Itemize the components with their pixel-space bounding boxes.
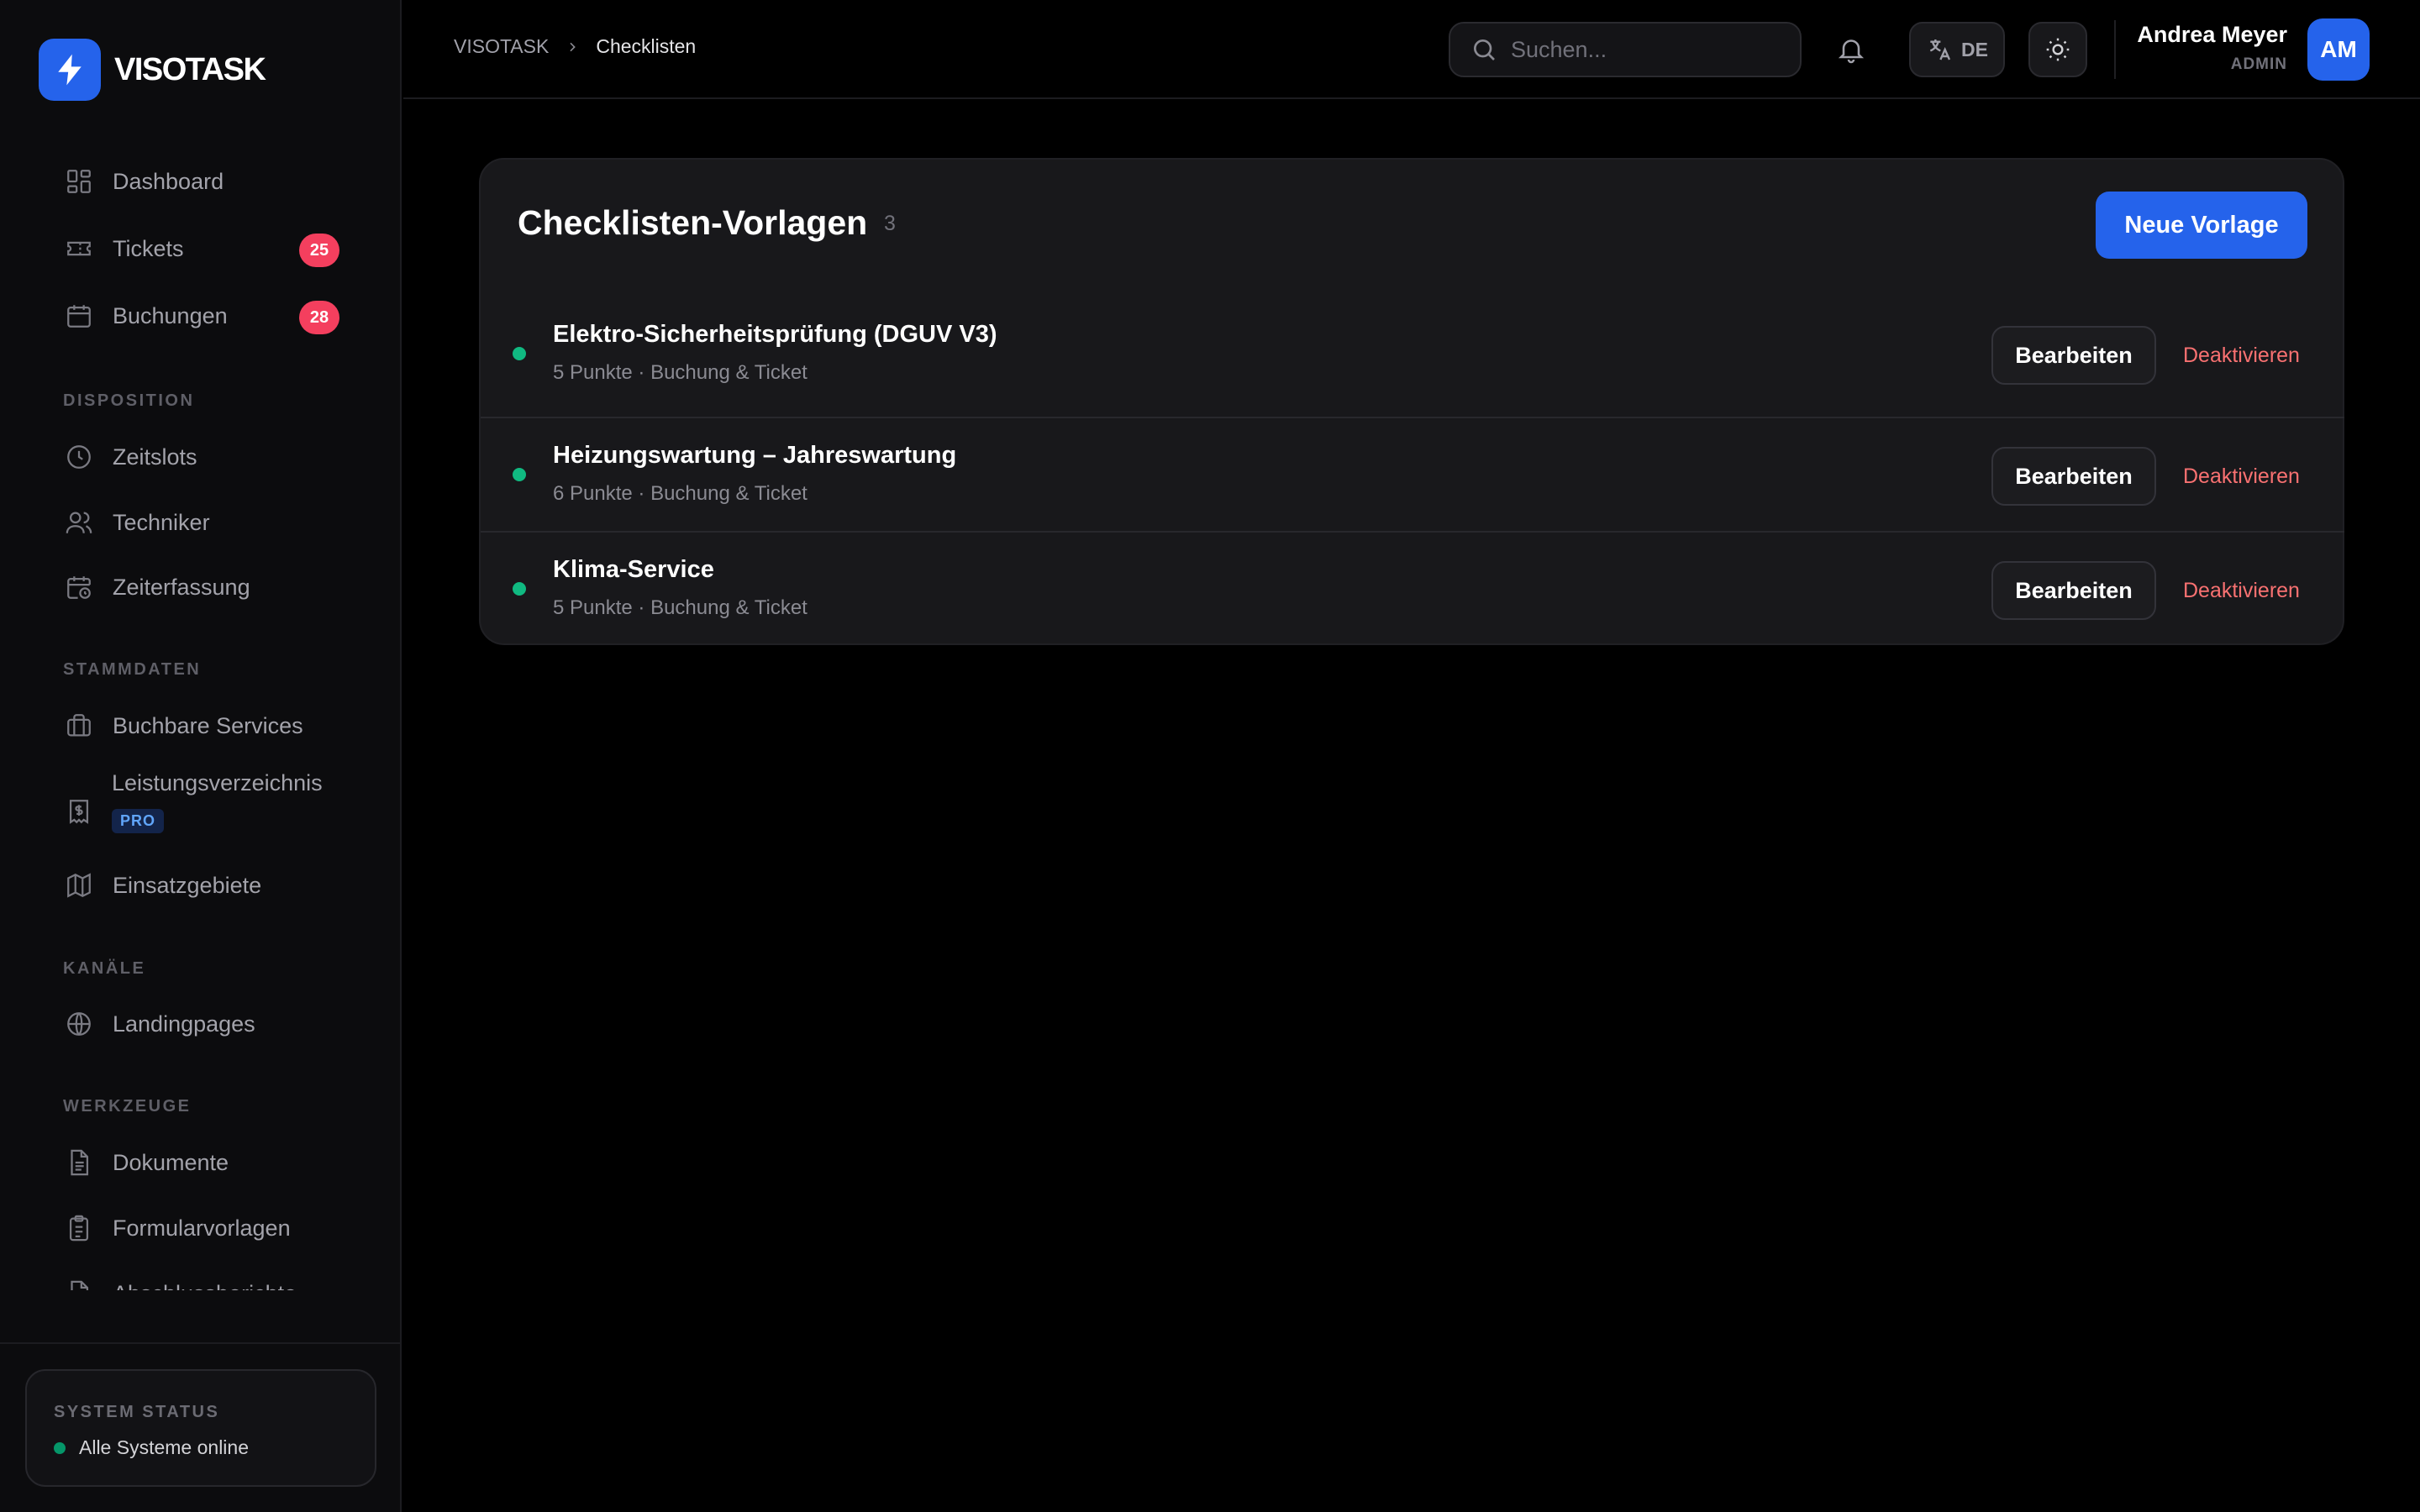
- section-label-disposition: DISPOSITION: [63, 391, 195, 410]
- sidebar-item-label: Dokumente: [113, 1149, 229, 1175]
- template-count: 3: [884, 212, 896, 235]
- sidebar-item-techniker[interactable]: Techniker: [62, 497, 348, 548]
- sidebar-item-buchbare-services[interactable]: Buchbare Services: [62, 701, 348, 751]
- sidebar-item-landingpages[interactable]: Landingpages: [62, 999, 348, 1049]
- list-item: Heizungswartung – Jahreswartung 6 Punkte…: [481, 417, 2344, 532]
- language-code: DE: [1961, 38, 1988, 60]
- template-meta: 6 Punkte · Buchung & Ticket: [553, 482, 808, 505]
- sidebar-divider: [0, 1342, 400, 1344]
- sidebar-item-dokumente[interactable]: Dokumente: [62, 1137, 348, 1188]
- deactivate-button[interactable]: Deaktivieren: [2183, 571, 2300, 610]
- template-meta: 5 Punkte · Buchung & Ticket: [553, 361, 808, 384]
- section-label-kanaele: KANÄLE: [63, 959, 146, 978]
- sidebar-item-einsatzgebiete[interactable]: Einsatzgebiete: [62, 860, 348, 911]
- edit-button[interactable]: Bearbeiten: [1991, 326, 2156, 385]
- system-status-title: SYSTEM STATUS: [54, 1403, 220, 1421]
- system-status-card: SYSTEM STATUS Alle Systeme online: [25, 1369, 376, 1487]
- edit-button[interactable]: Bearbeiten: [1991, 447, 2156, 506]
- template-name: Heizungswartung – Jahreswartung: [553, 442, 957, 469]
- chevron-right-icon: [566, 40, 579, 54]
- document-icon: [62, 1146, 96, 1179]
- template-name: Elektro-Sicherheitsprüfung (DGUV V3): [553, 321, 997, 348]
- sidebar-item-formularvorlagen[interactable]: Formularvorlagen: [62, 1203, 348, 1253]
- brand-name: VISOTASK: [114, 51, 266, 87]
- calendar-clock-icon: [62, 570, 96, 604]
- sidebar-item-label: Tickets: [113, 235, 184, 261]
- sidebar-nav: Dashboard Tickets 25 Buchungen 28 DISPOS…: [0, 148, 400, 1290]
- ticket-icon: [62, 232, 96, 265]
- active-status-dot: [513, 582, 526, 596]
- sidebar: VISOTASK Dashboard Tickets 25 Buchungen …: [0, 0, 402, 1512]
- new-template-button[interactable]: Neue Vorlage: [2096, 192, 2307, 259]
- sidebar-item-label: Buchbare Services: [113, 712, 303, 738]
- sidebar-item-label: Zeiterfassung: [113, 574, 250, 600]
- dashboard-grid-icon: [62, 165, 96, 198]
- search-icon: [1470, 36, 1497, 63]
- sidebar-item-label: Buchungen: [113, 302, 228, 328]
- user-name[interactable]: Andrea Meyer: [2137, 22, 2287, 48]
- sidebar-item-label: Zeitslots: [113, 444, 197, 470]
- edit-button[interactable]: Bearbeiten: [1991, 561, 2156, 620]
- user-role: ADMIN: [2230, 55, 2287, 73]
- section-label-werkzeuge: WERKZEUGE: [63, 1097, 192, 1116]
- sidebar-item-label: Dashboard: [113, 168, 224, 194]
- clock-icon: [62, 440, 96, 474]
- sidebar-item-zeitslots[interactable]: Zeitslots: [62, 432, 348, 482]
- map-icon: [62, 869, 96, 902]
- sidebar-item-label: Formularvorlagen: [113, 1215, 291, 1241]
- bolt-icon: [39, 39, 101, 101]
- breadcrumb: VISOTASK Checklisten: [454, 35, 696, 58]
- breadcrumb-current: Checklisten: [596, 35, 697, 57]
- topbar-separator: [2114, 20, 2116, 79]
- tickets-count-badge: 25: [299, 234, 339, 267]
- template-name: Klima-Service: [553, 556, 714, 583]
- deactivate-button[interactable]: Deaktivieren: [2183, 336, 2300, 375]
- sidebar-item-label: Leistungsverzeichnis: [112, 770, 323, 795]
- page-title: Checklisten-Vorlagen: [518, 203, 868, 242]
- checklist-templates-card: Checklisten-Vorlagen 3 Neue Vorlage Elek…: [479, 158, 2344, 645]
- system-status-text: Alle Systeme online: [79, 1436, 249, 1458]
- sidebar-item-buchungen[interactable]: Buchungen 28: [62, 291, 348, 341]
- bookings-count-badge: 28: [299, 301, 339, 334]
- sidebar-item-tickets[interactable]: Tickets 25: [62, 223, 348, 274]
- list-item: Elektro-Sicherheitsprüfung (DGUV V3) 5 P…: [481, 296, 2344, 411]
- template-meta: 5 Punkte · Buchung & Ticket: [553, 596, 808, 619]
- system-status-row: Alle Systeme online: [54, 1436, 249, 1459]
- theme-toggle-sun-icon[interactable]: [2028, 22, 2087, 77]
- receipt-icon: [62, 795, 96, 828]
- deactivate-button[interactable]: Deaktivieren: [2183, 457, 2300, 496]
- clipboard-list-icon: [62, 1211, 96, 1245]
- sidebar-item-label: Landingpages: [113, 1011, 255, 1037]
- status-online-dot: [54, 1441, 66, 1454]
- language-switcher[interactable]: DE: [1909, 22, 2005, 77]
- sidebar-item-abschlussberichte[interactable]: Abschlussberichte: [62, 1268, 348, 1290]
- users-icon: [62, 506, 96, 539]
- sidebar-item-label: Techniker: [113, 509, 210, 535]
- sidebar-item-label: Abschlussberichte: [113, 1281, 297, 1291]
- briefcase-icon: [62, 709, 96, 743]
- brand-logo[interactable]: VISOTASK: [39, 39, 266, 101]
- search-input[interactable]: [1511, 36, 1780, 63]
- search-box[interactable]: [1449, 22, 1802, 77]
- section-label-stammdaten: STAMMDATEN: [63, 660, 202, 679]
- active-status-dot: [513, 347, 526, 360]
- sidebar-item-dashboard[interactable]: Dashboard: [62, 156, 348, 207]
- list-item: Klima-Service 5 Punkte · Buchung & Ticke…: [481, 531, 2344, 646]
- notifications-bell-icon[interactable]: [1832, 30, 1870, 69]
- calendar-icon: [62, 299, 96, 333]
- sidebar-item-label: Einsatzgebiete: [113, 872, 262, 898]
- topbar: VISOTASK Checklisten DE Andrea Meyer: [403, 0, 2420, 99]
- report-icon: [62, 1277, 96, 1290]
- active-status-dot: [513, 468, 526, 481]
- sidebar-item-leistungsverzeichnis[interactable]: Leistungsverzeichnis PRO: [62, 764, 348, 856]
- globe-icon: [62, 1007, 96, 1041]
- sidebar-item-zeiterfassung[interactable]: Zeiterfassung: [62, 562, 348, 612]
- avatar[interactable]: AM: [2307, 18, 2370, 81]
- app-root: VISOTASK Dashboard Tickets 25 Buchungen …: [0, 0, 2420, 1512]
- pro-badge: PRO: [112, 809, 165, 833]
- breadcrumb-root-link[interactable]: VISOTASK: [454, 35, 549, 58]
- translate-icon: [1926, 36, 1953, 63]
